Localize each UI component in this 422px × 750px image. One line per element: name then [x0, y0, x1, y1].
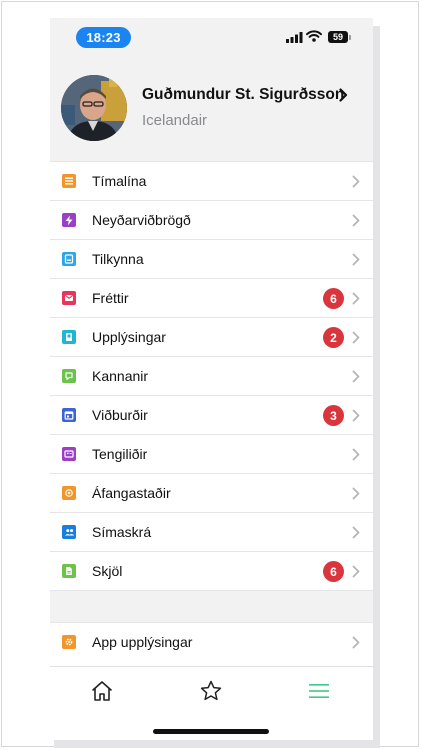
- avatar[interactable]: [61, 75, 127, 141]
- battery-tip: [349, 35, 351, 40]
- menu-item-frettir[interactable]: Fréttir 6: [50, 278, 373, 317]
- section-separator: [50, 590, 373, 622]
- menu-list: Tímalína Neyðarviðbrögð Tilkynna Fréttir…: [50, 161, 373, 661]
- home-icon: [92, 681, 112, 701]
- chevron-right-icon: [352, 214, 360, 227]
- phone-screen: 18:23 59 Guðmundur St. Sigurðsson Icelan…: [50, 18, 373, 740]
- calendar-icon: [62, 408, 76, 422]
- menu-item-app-info[interactable]: App upplýsingar: [50, 622, 373, 661]
- unread-badge: 2: [323, 327, 344, 348]
- contact-card-icon: [62, 447, 76, 461]
- menu-item-upplysingar[interactable]: Upplýsingar 2: [50, 317, 373, 356]
- chevron-right-icon[interactable]: [339, 88, 348, 102]
- unread-badge: 3: [323, 405, 344, 426]
- menu-item-tengilidir[interactable]: Tengiliðir: [50, 434, 373, 473]
- lightning-icon: [62, 213, 76, 227]
- gear-icon: [62, 635, 76, 649]
- menu-item-label: Viðburðir: [92, 407, 148, 423]
- info-book-icon: [62, 330, 76, 344]
- menu-item-label: App upplýsingar: [92, 634, 193, 650]
- survey-icon: [62, 369, 76, 383]
- signal-icon: [286, 32, 303, 43]
- chevron-right-icon: [352, 292, 360, 305]
- menu-item-simaskra[interactable]: Símaskrá: [50, 512, 373, 551]
- profile-name[interactable]: Guðmundur St. Sigurðsson: [142, 86, 344, 104]
- profile-header[interactable]: Guðmundur St. Sigurðsson Icelandair: [50, 58, 373, 161]
- tab-menu[interactable]: [304, 677, 334, 705]
- unread-badge: 6: [323, 561, 344, 582]
- star-icon: [200, 680, 222, 701]
- wifi-icon: [306, 30, 322, 42]
- report-icon: [62, 252, 76, 266]
- menu-item-label: Neyðarviðbrögð: [92, 212, 191, 228]
- mail-icon: [62, 291, 76, 305]
- chevron-right-icon: [352, 487, 360, 500]
- menu-item-afangastadir[interactable]: Áfangastaðir: [50, 473, 373, 512]
- menu-item-timalina[interactable]: Tímalína: [50, 161, 373, 200]
- menu-item-label: Áfangastaðir: [92, 485, 171, 501]
- hamburger-icon: [309, 684, 329, 698]
- chevron-right-icon: [352, 636, 360, 649]
- chevron-right-icon: [352, 448, 360, 461]
- menu-item-label: Tilkynna: [92, 251, 144, 267]
- destination-icon: [62, 486, 76, 500]
- unread-badge: 6: [323, 288, 344, 309]
- menu-item-label: Skjöl: [92, 563, 123, 579]
- menu-item-label: Kannanir: [92, 368, 149, 384]
- menu-item-skjol[interactable]: Skjöl 6: [50, 551, 373, 590]
- menu-item-label: Tengiliðir: [92, 446, 148, 462]
- status-time[interactable]: 18:23: [76, 27, 131, 48]
- tab-favorites[interactable]: [196, 677, 226, 705]
- timeline-icon: [62, 174, 76, 188]
- people-icon: [62, 525, 76, 539]
- chevron-right-icon: [352, 565, 360, 578]
- menu-item-label: Fréttir: [92, 290, 129, 306]
- menu-item-label: Símaskrá: [92, 524, 152, 540]
- chevron-right-icon: [352, 331, 360, 344]
- document-icon: [62, 564, 76, 578]
- tab-home[interactable]: [87, 677, 117, 705]
- chevron-right-icon: [352, 409, 360, 422]
- profile-company: Icelandair: [142, 112, 208, 129]
- menu-item-neydarvidbrogd[interactable]: Neyðarviðbrögð: [50, 200, 373, 239]
- home-indicator[interactable]: [153, 729, 269, 734]
- menu-item-tilkynna[interactable]: Tilkynna: [50, 239, 373, 278]
- menu-item-label: Upplýsingar: [92, 329, 166, 345]
- menu-item-vidburdir[interactable]: Viðburðir 3: [50, 395, 373, 434]
- chevron-right-icon: [352, 253, 360, 266]
- menu-item-kannanir[interactable]: Kannanir: [50, 356, 373, 395]
- chevron-right-icon: [352, 175, 360, 188]
- battery-icon: 59: [328, 31, 348, 43]
- status-bar: 18:23 59: [50, 18, 373, 58]
- menu-item-label: Tímalína: [92, 173, 147, 189]
- chevron-right-icon: [352, 370, 360, 383]
- chevron-right-icon: [352, 526, 360, 539]
